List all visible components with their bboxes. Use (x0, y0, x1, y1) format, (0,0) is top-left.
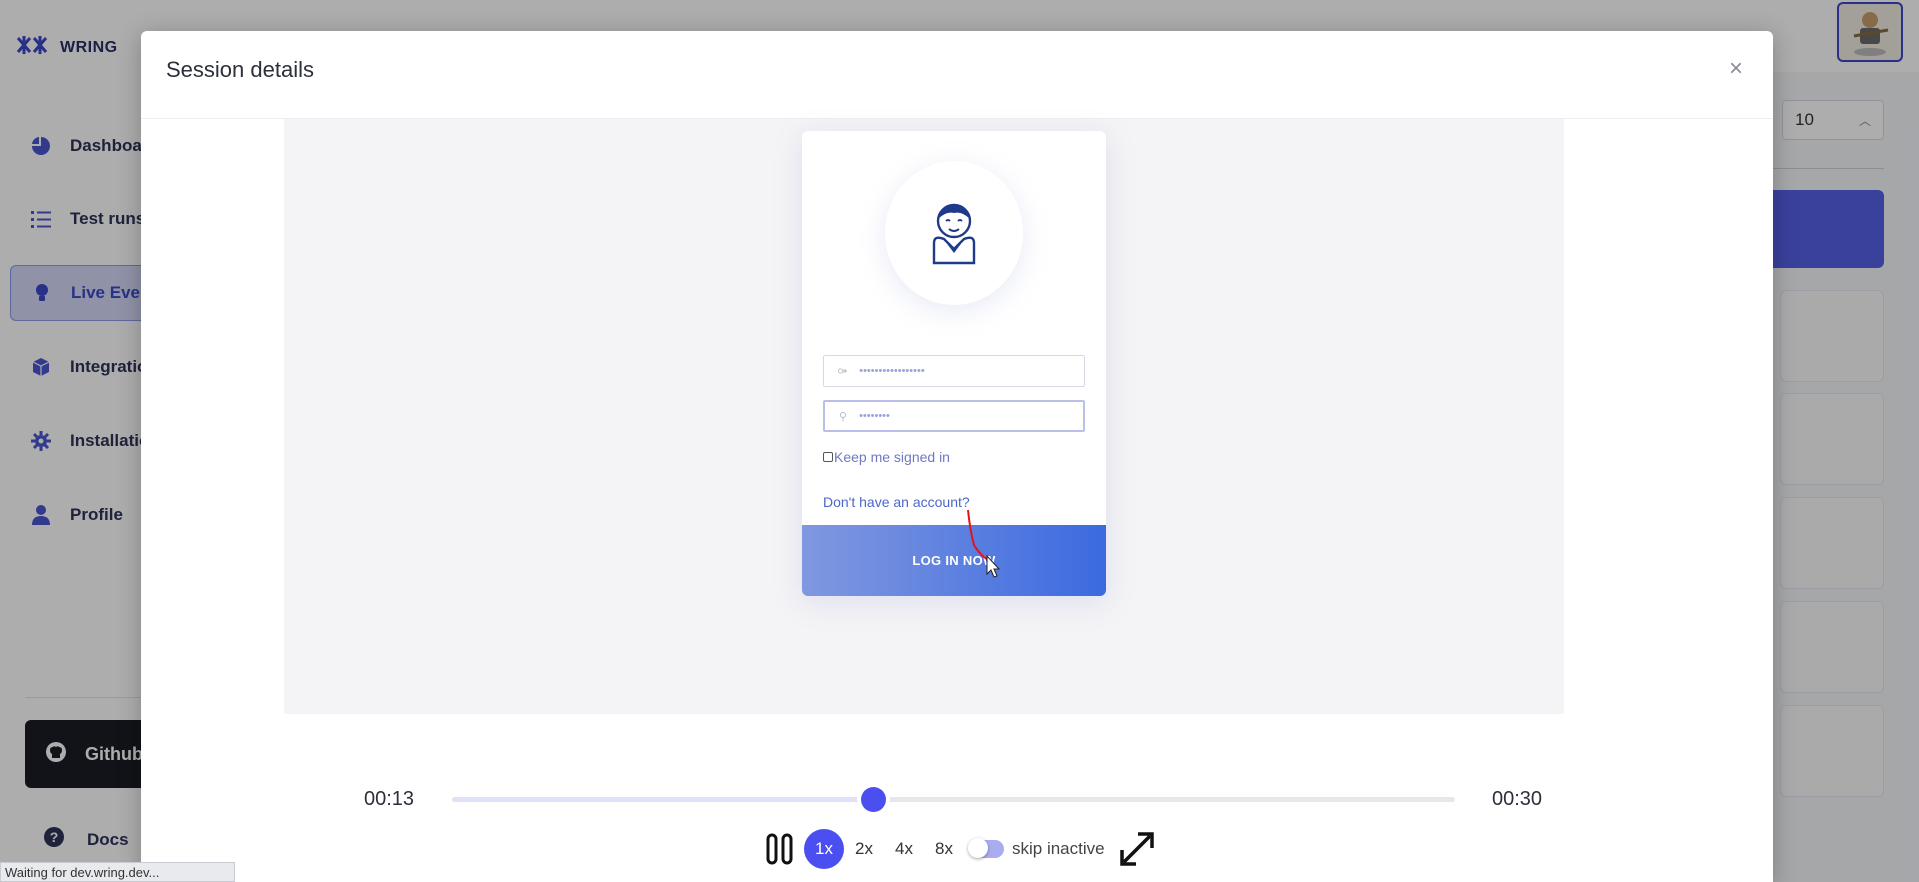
replay-login-card: ⚩ ••••••••••••••••• ⚲ •••••••• Keep me s… (802, 131, 1106, 596)
modal-header: Session details × (141, 31, 1773, 119)
speed-1x-button[interactable]: 1x (804, 829, 844, 869)
pause-icon (766, 833, 793, 865)
replay-username-field: ⚩ ••••••••••••••••• (823, 355, 1085, 387)
user-icon: ⚩ (838, 365, 848, 378)
modal-title: Session details (166, 57, 314, 82)
replay-login-button: LOG IN NOW (802, 525, 1106, 596)
close-icon[interactable]: × (1729, 57, 1743, 81)
speed-2x-button[interactable]: 2x (844, 829, 884, 869)
login-avatar (885, 161, 1023, 305)
keep-signed-in-checkbox (823, 452, 833, 462)
total-time: 00:30 (1492, 788, 1543, 810)
fullscreen-button[interactable] (1117, 829, 1157, 869)
keep-signed-in: Keep me signed in (823, 449, 950, 465)
player-controls: 1x 2x 4x 8x skip inactive (766, 827, 1157, 871)
current-time: 00:13 (364, 788, 415, 810)
user-avatar-icon (932, 203, 976, 265)
skip-inactive-label: skip inactive (1012, 839, 1105, 858)
timeline-slider[interactable] (452, 787, 1455, 812)
expand-icon (1119, 832, 1154, 866)
signup-link: Don't have an account? (823, 494, 970, 510)
speed-8x-button[interactable]: 8x (924, 829, 964, 869)
lock-icon: ⚲ (839, 410, 848, 423)
password-value: •••••••• (859, 410, 890, 422)
username-value: ••••••••••••••••• (859, 365, 925, 377)
speed-4x-button[interactable]: 4x (884, 829, 924, 869)
skip-inactive-toggle[interactable] (968, 838, 1004, 858)
pause-button[interactable] (766, 832, 794, 866)
browser-status-bar: Waiting for dev.wring.dev... (0, 862, 235, 882)
timeline-progress (452, 797, 874, 802)
keep-signed-in-label: Keep me signed in (834, 449, 950, 465)
replay-password-field: ⚲ •••••••• (823, 400, 1085, 432)
